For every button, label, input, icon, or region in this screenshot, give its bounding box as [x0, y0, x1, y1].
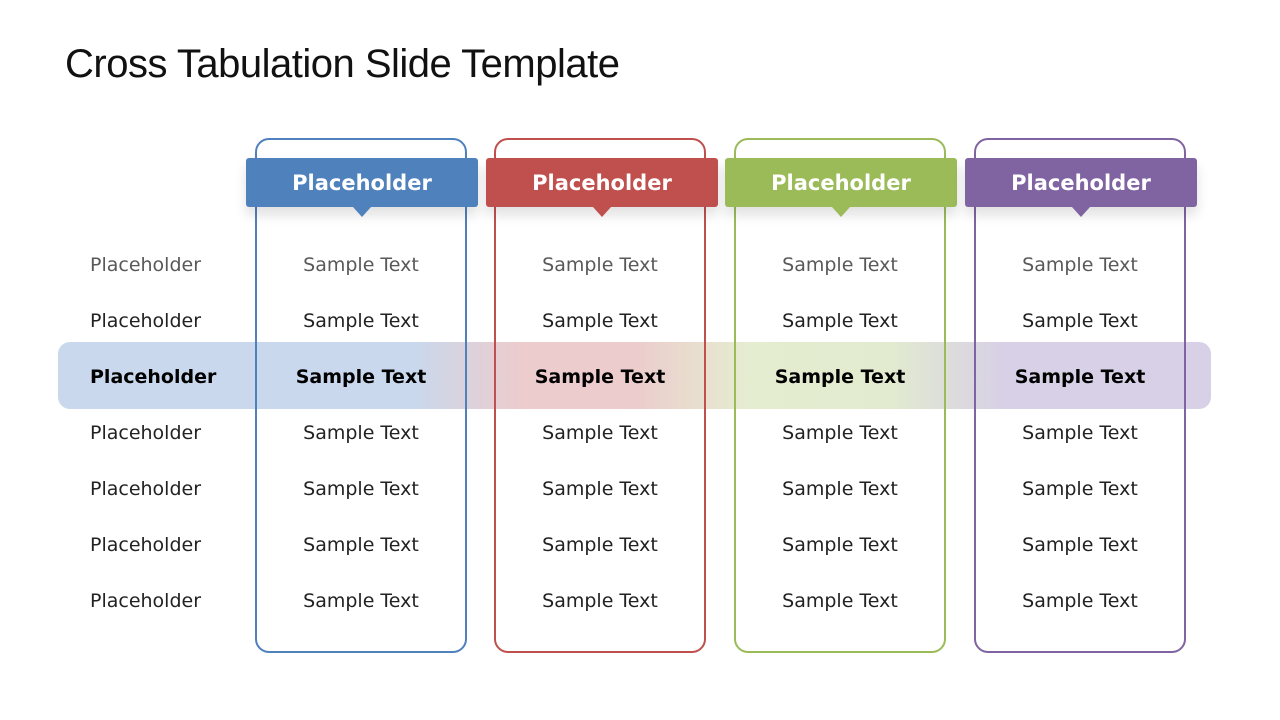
column-header: Placeholder — [486, 158, 718, 217]
header-pointer-icon — [832, 207, 850, 217]
header-pointer-icon — [593, 207, 611, 217]
table-cell: Sample Text — [542, 478, 658, 500]
column-header-label: Placeholder — [292, 170, 432, 195]
row-label: Placeholder — [90, 366, 217, 388]
table-cell: Sample Text — [1022, 254, 1138, 276]
table-cell: Sample Text — [1022, 478, 1138, 500]
row-label: Placeholder — [90, 590, 202, 612]
table-cell: Sample Text — [542, 534, 658, 556]
table-cell: Sample Text — [542, 590, 658, 612]
table-cell: Sample Text — [542, 310, 658, 332]
column-header: Placeholder — [965, 158, 1197, 217]
table-cell: Sample Text — [534, 366, 666, 388]
table-cell: Sample Text — [303, 534, 419, 556]
column-header-label: Placeholder — [1011, 170, 1151, 195]
row-label: Placeholder — [90, 422, 202, 444]
table-cell: Sample Text — [774, 366, 906, 388]
column-header-label: Placeholder — [532, 170, 672, 195]
table-cell: Sample Text — [782, 422, 898, 444]
table-cell: Sample Text — [1022, 310, 1138, 332]
column-header: Placeholder — [246, 158, 478, 217]
table-cell: Sample Text — [782, 590, 898, 612]
table-cell: Sample Text — [295, 366, 427, 388]
table-cell: Sample Text — [303, 310, 419, 332]
row-label: Placeholder — [90, 254, 202, 276]
table-cell: Sample Text — [303, 254, 419, 276]
table-cell: Sample Text — [303, 478, 419, 500]
table-cell: Sample Text — [542, 422, 658, 444]
row-label: Placeholder — [90, 534, 202, 556]
column-header-label: Placeholder — [771, 170, 911, 195]
row-label: Placeholder — [90, 310, 202, 332]
column-header: Placeholder — [725, 158, 957, 217]
table-cell: Sample Text — [303, 422, 419, 444]
table-cell: Sample Text — [1014, 366, 1146, 388]
table-cell: Sample Text — [542, 254, 658, 276]
header-pointer-icon — [1072, 207, 1090, 217]
table-cell: Sample Text — [1022, 534, 1138, 556]
row-label: Placeholder — [90, 478, 202, 500]
table-cell: Sample Text — [1022, 590, 1138, 612]
table-cell: Sample Text — [782, 534, 898, 556]
table-cell: Sample Text — [782, 310, 898, 332]
table-cell: Sample Text — [782, 478, 898, 500]
slide-title: Cross Tabulation Slide Template — [65, 42, 620, 86]
table-cell: Sample Text — [303, 590, 419, 612]
table-cell: Sample Text — [782, 254, 898, 276]
header-pointer-icon — [353, 207, 371, 217]
table-cell: Sample Text — [1022, 422, 1138, 444]
